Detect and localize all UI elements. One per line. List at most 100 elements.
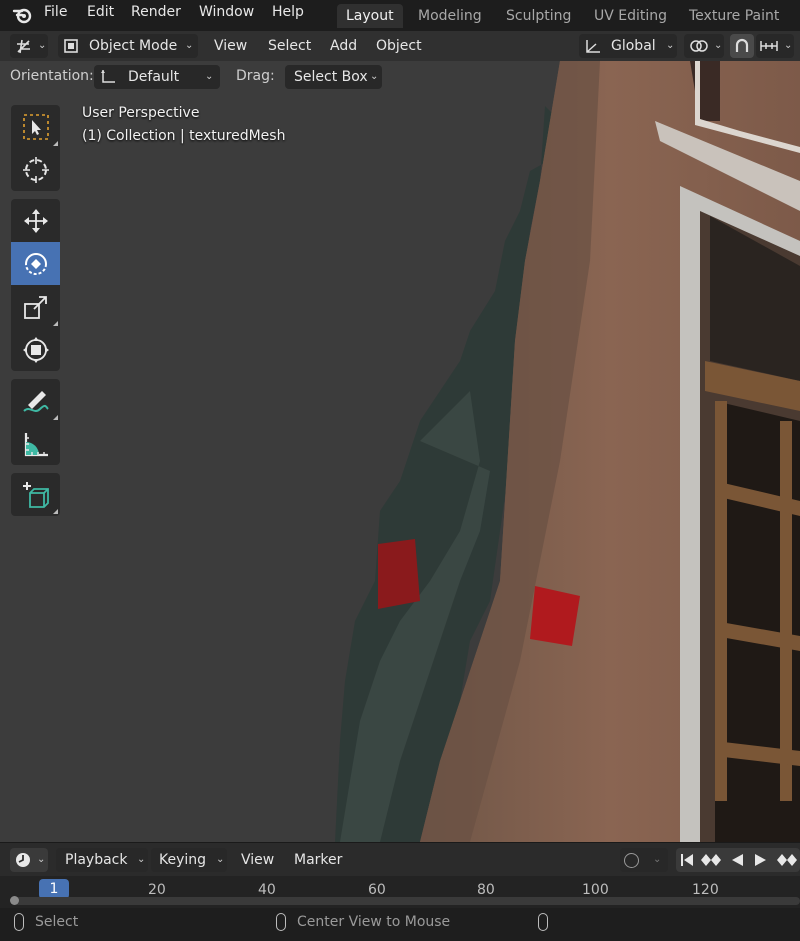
keying-menu[interactable]: Keying ⌄ [151,848,227,872]
blender-logo-icon[interactable] [12,5,32,25]
tool-transform[interactable] [11,328,60,371]
measure-icon [24,432,48,456]
chevron-down-icon: ⌄ [205,71,214,82]
tool-group-add [11,473,60,516]
orientation-dropdown[interactable]: Default ⌄ [94,65,220,89]
timeline-marker-menu[interactable]: Marker [294,848,342,872]
chevron-down-icon: ⌄ [784,40,793,51]
axes-icon [17,39,30,54]
play-icon[interactable] [754,853,768,867]
pivot-point-button[interactable]: ⌄ [684,34,724,58]
tool-select-box[interactable] [11,105,60,148]
menu-object[interactable]: Object [376,34,422,58]
current-frame-indicator[interactable]: 1 [39,879,69,899]
orientation-global-icon [586,40,600,53]
mode-label: Object Mode [89,38,178,54]
scale-icon [23,295,47,319]
tab-modeling[interactable]: Modeling [409,4,491,28]
tab-layout[interactable]: Layout [337,4,403,28]
tool-settings-bar: Orientation: Default ⌄ Drag: Select Box … [0,61,390,93]
chevron-down-icon: ⌄ [653,854,662,865]
menu-render[interactable]: Render [131,4,181,20]
menu-help[interactable]: Help [272,4,304,20]
frame-tick: 60 [368,882,386,898]
tab-sculpting[interactable]: Sculpting [497,4,580,28]
chevron-down-icon: ⌄ [370,71,379,82]
menu-select[interactable]: Select [268,34,311,58]
menu-add[interactable]: Add [330,34,357,58]
mouse-middle-icon [276,913,286,931]
viewport-collection-label: (1) Collection | texturedMesh [82,128,286,144]
add-cube-icon [22,481,49,508]
tool-cursor[interactable] [11,148,60,191]
transform-icon [22,336,49,363]
top-bar: File Edit Render Window Help Layout Mode… [0,0,800,31]
tab-uv-editing[interactable]: UV Editing [585,4,676,28]
tool-rotate[interactable] [11,242,60,285]
tab-texture-paint[interactable]: Texture Paint [680,4,788,28]
chevron-down-icon: ⌄ [37,854,46,865]
tool-annotate[interactable] [11,379,60,422]
building-mesh-render [335,61,800,842]
pivot-icon [690,40,708,52]
frame-tick: 40 [258,882,276,898]
select-box-icon [22,113,49,140]
viewport-perspective-label: User Perspective [82,105,200,121]
chevron-down-icon: ⌄ [137,854,146,865]
playback-label: Playback [65,852,128,868]
move-icon [23,208,48,233]
drag-value: Select Box [294,69,368,85]
tool-group-annotate [11,379,60,465]
menu-edit[interactable]: Edit [87,4,114,20]
chevron-down-icon: ⌄ [666,40,675,51]
tool-group-transform [11,199,60,371]
orientation-label: Orientation: [10,68,94,84]
toolbar [11,105,60,516]
tool-measure[interactable] [11,422,60,465]
mode-selector[interactable]: Object Mode ⌄ [58,34,198,58]
mouse-left-icon [14,913,24,931]
menu-file[interactable]: File [44,4,67,20]
rotate-icon [24,252,47,275]
playback-menu[interactable]: Playback ⌄ [56,848,148,872]
menu-view[interactable]: View [214,34,247,58]
frame-tick: 120 [692,882,719,898]
tool-add-cube[interactable] [11,473,60,516]
mouse-right-icon [538,913,548,931]
next-keyframe-icon[interactable] [776,853,798,867]
snap-toggle[interactable] [730,34,754,58]
drag-label: Drag: [236,68,275,84]
menu-window[interactable]: Window [199,4,254,20]
transform-orientation-selector[interactable]: Global ⌄ [579,34,677,58]
jump-to-start-icon[interactable] [680,853,694,867]
magnet-icon [735,38,749,52]
editor-type-button[interactable]: ⌄ [10,34,48,58]
tool-move[interactable] [11,199,60,242]
auto-keying-toggle[interactable]: ⌄ [620,848,668,872]
orientation-default-icon [101,70,115,83]
editor-type-timeline-button[interactable]: ⌄ [10,848,48,872]
drag-dropdown[interactable]: Select Box ⌄ [285,65,382,89]
snap-target-button[interactable]: ⌄ [756,34,794,58]
tool-scale[interactable] [11,285,60,328]
chevron-down-icon: ⌄ [216,854,225,865]
jump-keyframe-icon[interactable] [700,853,722,867]
cursor-icon [22,156,49,183]
timeline-header: ⌄ Playback ⌄ Keying ⌄ View Marker ⌄ [0,842,800,877]
timeline-scrollbar[interactable] [10,896,800,905]
status-middle-hint: Center View to Mouse [297,914,451,930]
scrollbar-handle[interactable] [10,896,19,905]
snap-increment-icon [760,41,778,51]
frame-tick: 80 [477,882,495,898]
play-reverse-icon[interactable] [730,853,744,867]
3d-viewport[interactable]: User Perspective (1) Collection | textur… [0,61,800,842]
orientation-label: Global [611,38,656,54]
chevron-down-icon: ⌄ [38,40,47,51]
frame-tick: 20 [148,882,166,898]
viewport-header: ⌄ Object Mode ⌄ View Select Add Object G… [0,31,800,61]
timeline-view-menu[interactable]: View [241,848,274,872]
playback-controls [676,848,800,872]
chevron-down-icon: ⌄ [185,40,194,51]
object-mode-icon [64,39,78,53]
frame-tick: 100 [582,882,609,898]
